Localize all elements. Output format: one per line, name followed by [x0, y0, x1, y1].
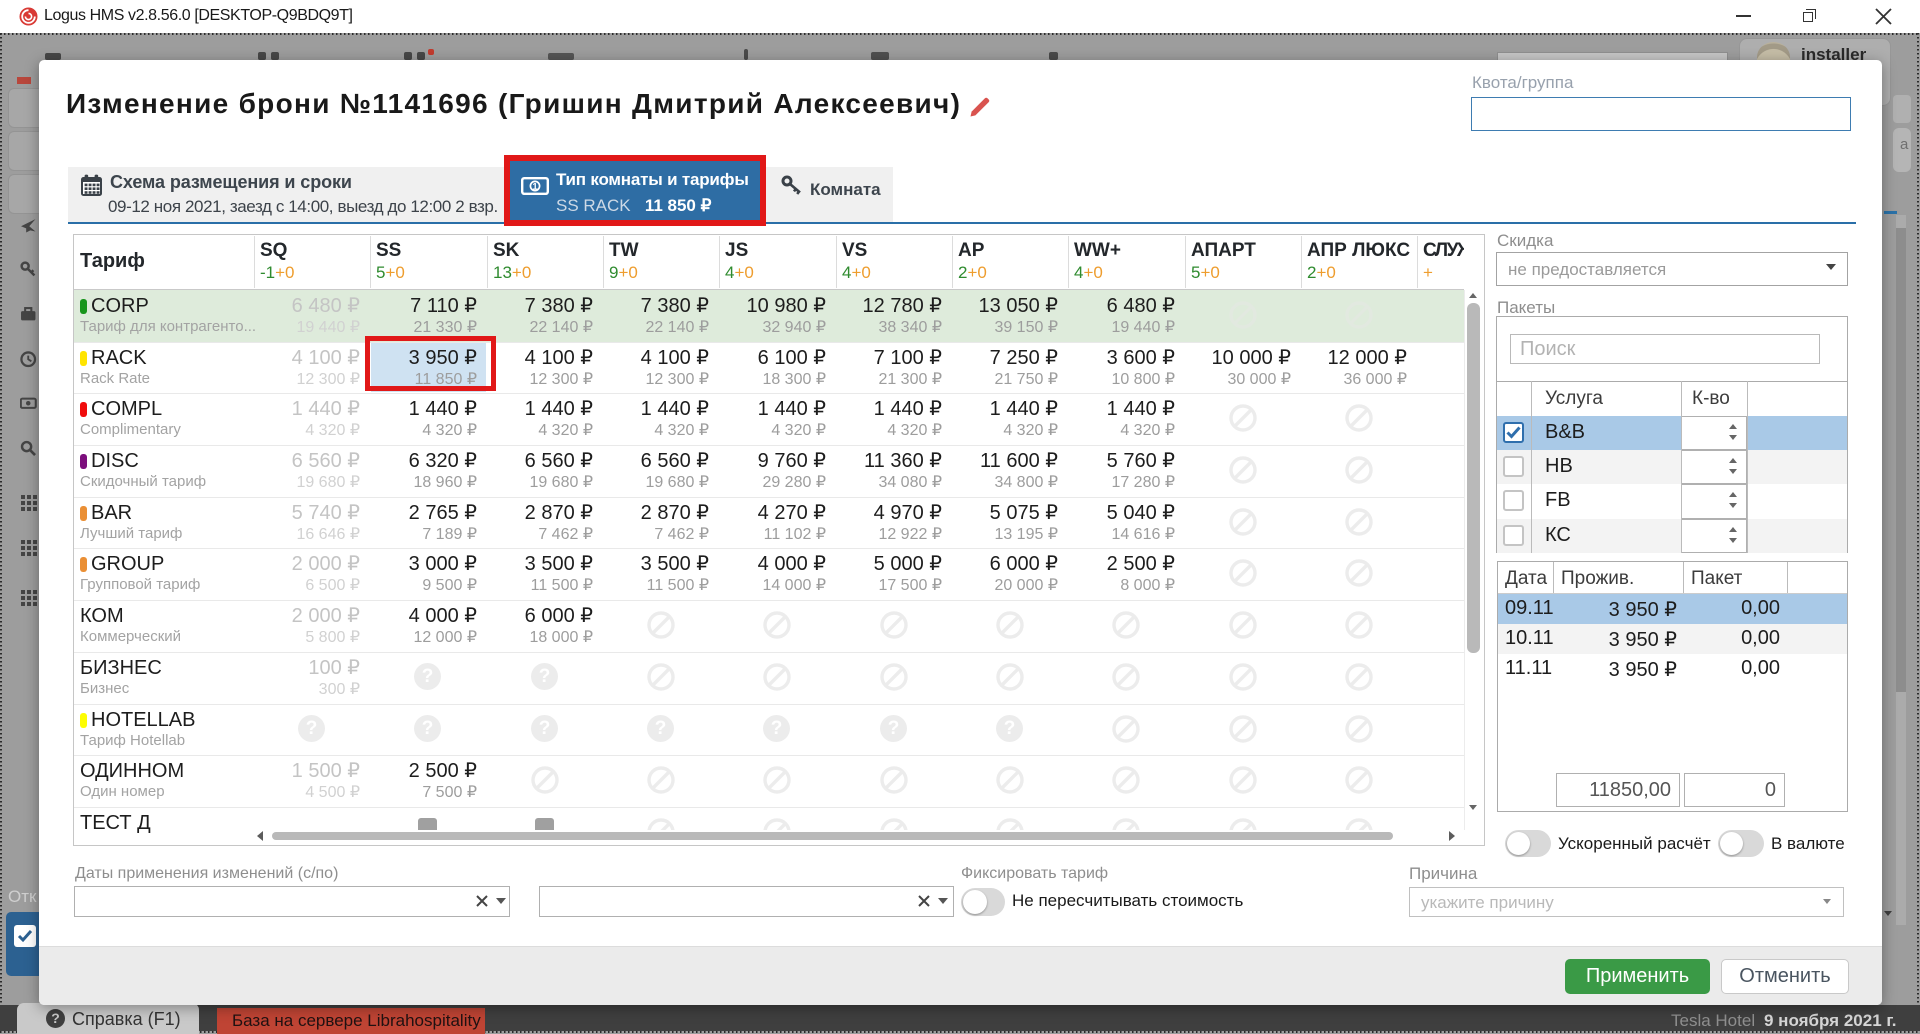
svg-text:1: 1	[532, 181, 538, 192]
